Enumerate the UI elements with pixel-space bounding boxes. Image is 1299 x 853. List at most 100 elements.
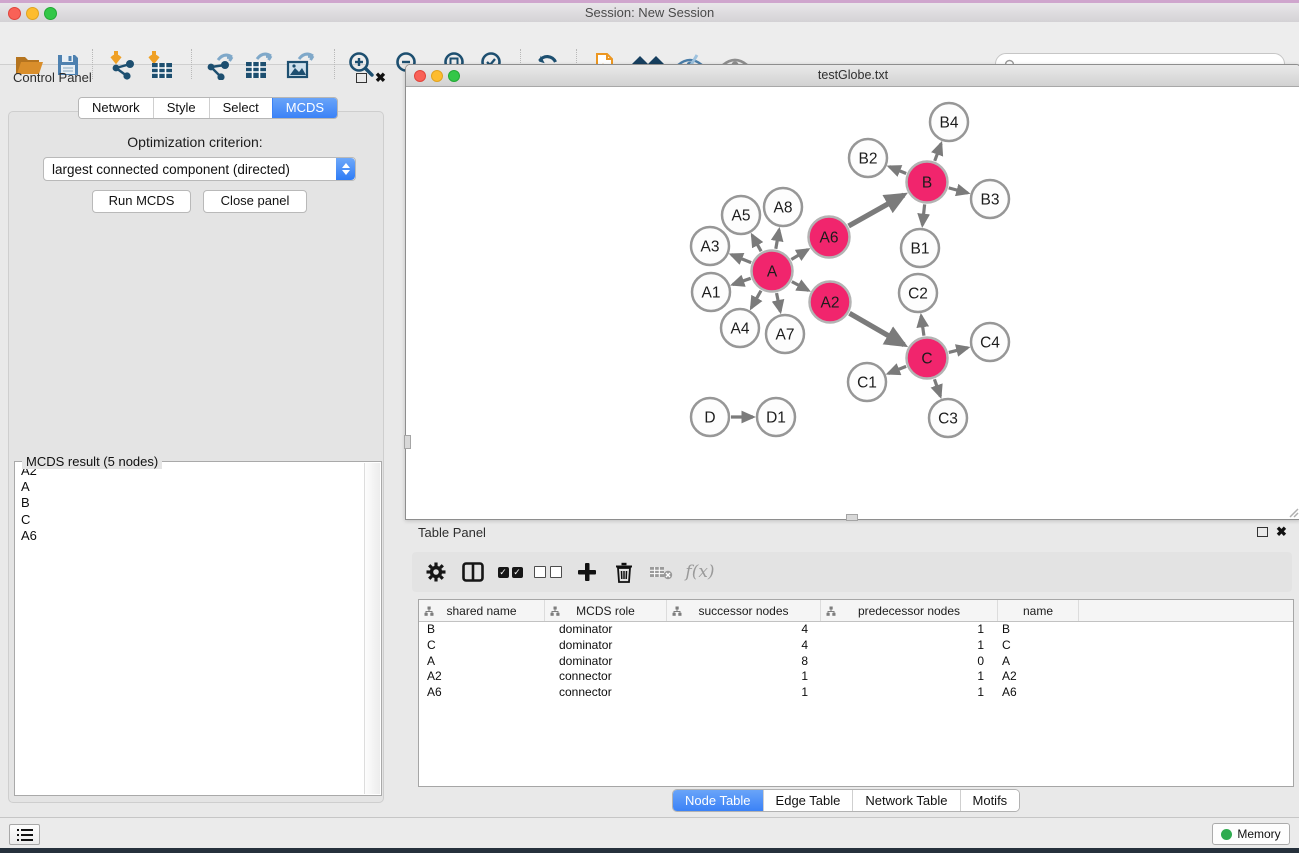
graph-node-A7[interactable]: A7 [766, 315, 804, 353]
graph-node-A8[interactable]: A8 [764, 188, 802, 226]
close-panel-icon[interactable]: ✖ [1276, 527, 1287, 537]
table-row[interactable]: Cdominator41C [419, 638, 1293, 654]
graph-edge-A-A6[interactable] [791, 250, 808, 260]
application-window: Session: New Session [0, 0, 1299, 853]
table-row[interactable]: Bdominator41B [419, 622, 1293, 638]
graph-node-B3[interactable]: B3 [971, 180, 1009, 218]
graph-node-A2[interactable]: A2 [810, 282, 851, 323]
close-panel-button[interactable]: Close panel [203, 190, 307, 213]
graph-edge-B-B1[interactable] [922, 204, 924, 225]
graph-node-C3[interactable]: C3 [929, 399, 967, 437]
dropdown-stepper-icon [336, 158, 355, 180]
graph-edge-C-C4[interactable] [949, 348, 968, 353]
graph-node-C1[interactable]: C1 [848, 363, 886, 401]
bottom-splitter-grip[interactable] [846, 514, 858, 521]
tab-motifs[interactable]: Motifs [960, 790, 1020, 811]
graph-node-A4[interactable]: A4 [721, 309, 759, 347]
graph-edge-A2-C[interactable] [849, 313, 904, 345]
graph-edge-C-C2[interactable] [921, 316, 924, 336]
tab-style[interactable]: Style [153, 98, 209, 118]
export-image-icon[interactable] [282, 48, 318, 82]
graph-edge-B-B2[interactable] [889, 167, 906, 174]
graph-node-B[interactable]: B [907, 162, 948, 203]
graph-edge-A-A7[interactable] [777, 293, 781, 311]
delete-table-icon[interactable] [644, 556, 678, 588]
graph-edge-B-B3[interactable] [949, 188, 968, 193]
column-header[interactable]: successor nodes [667, 600, 821, 621]
resize-corner-icon[interactable] [1287, 506, 1299, 518]
graph-edge-C-C3[interactable] [934, 379, 940, 396]
graph-edge-A-A2[interactable] [792, 282, 809, 291]
left-splitter-grip[interactable] [404, 435, 411, 449]
run-mcds-button[interactable]: Run MCDS [92, 190, 191, 213]
graph-edge-C-C1[interactable] [888, 366, 906, 373]
mcds-result-item[interactable]: C [16, 512, 365, 528]
graph-node-A6[interactable]: A6 [809, 217, 850, 258]
task-history-button[interactable] [9, 824, 40, 845]
table-options-icon[interactable] [419, 556, 453, 588]
graph-node-D1[interactable]: D1 [757, 398, 795, 436]
table-row[interactable]: A6connector11A6 [419, 685, 1293, 701]
close-panel-icon[interactable]: ✖ [375, 73, 386, 83]
tab-network-table[interactable]: Network Table [852, 790, 959, 811]
graph-node-C[interactable]: C [907, 338, 948, 379]
graph-node-A1[interactable]: A1 [692, 273, 730, 311]
mcds-result-scrollbar[interactable] [364, 463, 380, 794]
add-row-icon[interactable] [570, 556, 604, 588]
table-row[interactable]: Adominator80A [419, 654, 1293, 670]
graph-edge-A-A4[interactable] [751, 291, 761, 308]
mcds-result-item[interactable]: A [16, 479, 365, 495]
graph-node-A5[interactable]: A5 [722, 196, 760, 234]
deselect-all-icon[interactable] [531, 556, 565, 588]
tab-edge-table[interactable]: Edge Table [763, 790, 853, 811]
graph-edge-B-B4[interactable] [935, 144, 941, 161]
column-header[interactable]: MCDS role [545, 600, 667, 621]
graph-node-C4[interactable]: C4 [971, 323, 1009, 361]
table-cell: dominator [544, 622, 665, 638]
float-panel-icon[interactable] [1257, 527, 1268, 537]
tab-select[interactable]: Select [209, 98, 272, 118]
export-table-icon[interactable] [240, 48, 276, 82]
graph-edge-A-A8[interactable] [776, 230, 779, 249]
graph-node-B4[interactable]: B4 [930, 103, 968, 141]
criterion-dropdown[interactable]: largest connected component (directed) [43, 157, 356, 181]
graph-node-C2[interactable]: C2 [899, 274, 937, 312]
memory-button[interactable]: Memory [1212, 823, 1290, 845]
column-header[interactable]: predecessor nodes [821, 600, 998, 621]
table-row[interactable]: A2connector11A2 [419, 669, 1293, 685]
mcds-result-item[interactable]: A6 [16, 528, 365, 544]
graph-edge-A-A3[interactable] [731, 255, 751, 263]
graph-node-D[interactable]: D [691, 398, 729, 436]
export-network-icon[interactable] [202, 48, 238, 82]
network-canvas[interactable]: B4 B2 B B3 A5 A8A6 A3 B1 A A1 C2 A2 A4A7 C4 C C1 C3 D D1 [406, 87, 1298, 517]
column-header[interactable]: name [998, 600, 1079, 621]
graph-edge-A-A1[interactable] [733, 278, 751, 284]
select-all-icon[interactable]: ✓✓ [493, 556, 527, 588]
tab-network[interactable]: Network [79, 98, 153, 118]
delete-row-icon[interactable] [607, 556, 641, 588]
column-header-filler [1079, 600, 1293, 621]
mcds-result-item[interactable]: B [16, 495, 365, 511]
svg-text:A5: A5 [732, 208, 751, 225]
tab-node-table[interactable]: Node Table [673, 790, 763, 811]
import-table-icon[interactable] [142, 48, 178, 82]
graph-edge-A6-B[interactable] [849, 195, 904, 226]
network-window-titlebar[interactable]: testGlobe.txt [406, 65, 1299, 87]
graph-node-A3[interactable]: A3 [691, 227, 729, 265]
session-titlebar[interactable]: Session: New Session [0, 3, 1299, 23]
mcds-result-group: A2ABCA6 [14, 461, 382, 796]
tab-mcds[interactable]: MCDS [272, 98, 337, 118]
graph-node-B1[interactable]: B1 [901, 229, 939, 267]
import-network-icon[interactable] [104, 48, 140, 82]
column-header[interactable]: shared name [419, 600, 545, 621]
table-cell: C [994, 638, 1074, 654]
graph-edge-A-A5[interactable] [752, 235, 761, 251]
float-panel-icon[interactable] [356, 73, 367, 83]
graph-node-B2[interactable]: B2 [849, 139, 887, 177]
table-cell: A [994, 654, 1074, 670]
apply-function-icon[interactable]: f(x) [683, 556, 717, 588]
table-cell: 1 [818, 685, 994, 701]
show-column-icon[interactable] [456, 556, 490, 588]
graph-node-A[interactable]: A [752, 251, 793, 292]
network-graph[interactable]: B4 B2 B B3 A5 A8A6 A3 B1 A A1 C2 A2 A4A7 C4 C C1 C3 D D1 [406, 87, 1298, 517]
